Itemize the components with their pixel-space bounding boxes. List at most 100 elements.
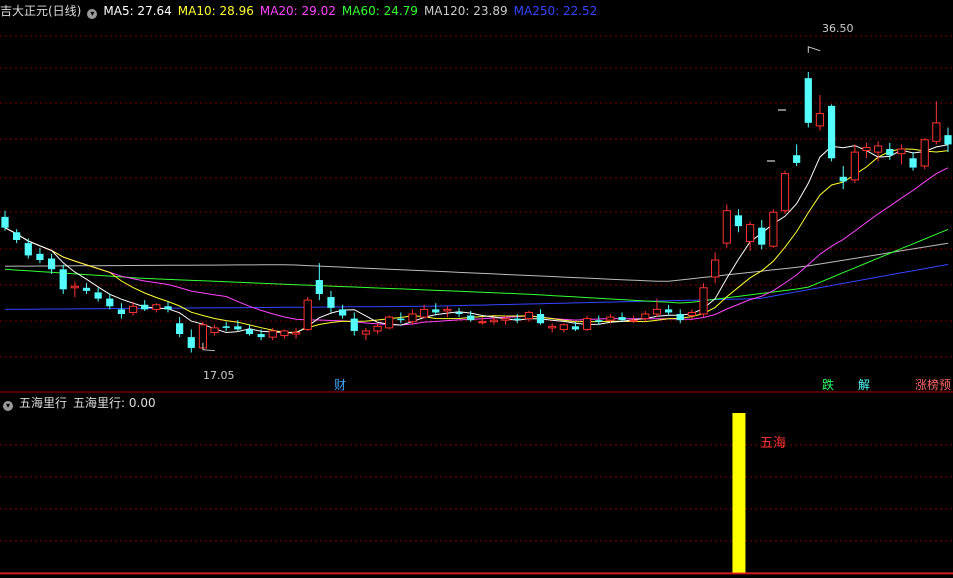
candle-body bbox=[455, 312, 463, 314]
candle[interactable] bbox=[70, 281, 79, 298]
candle[interactable] bbox=[141, 300, 149, 311]
candle[interactable] bbox=[24, 238, 32, 259]
candle[interactable] bbox=[117, 303, 126, 319]
candle[interactable] bbox=[210, 324, 219, 336]
candle[interactable] bbox=[106, 293, 114, 310]
settings-dropdown-icon[interactable]: ▾ bbox=[87, 9, 98, 19]
candle[interactable] bbox=[839, 166, 847, 190]
candle[interactable] bbox=[361, 327, 371, 341]
candle[interactable] bbox=[443, 306, 452, 318]
candle-body bbox=[280, 330, 289, 337]
candle[interactable] bbox=[152, 303, 161, 313]
candle[interactable] bbox=[815, 95, 825, 131]
candle[interactable] bbox=[664, 304, 673, 316]
candle[interactable] bbox=[897, 144, 906, 165]
candle[interactable] bbox=[513, 314, 521, 324]
candle-body bbox=[839, 176, 847, 182]
candle[interactable] bbox=[373, 323, 382, 335]
candle[interactable] bbox=[59, 264, 67, 294]
candle-body bbox=[13, 232, 21, 240]
candle[interactable] bbox=[36, 247, 44, 264]
candle[interactable] bbox=[327, 290, 335, 313]
candle-body bbox=[350, 318, 358, 331]
die-marker[interactable]: 跌 bbox=[822, 378, 834, 392]
candle[interactable] bbox=[676, 309, 684, 324]
candle[interactable] bbox=[722, 204, 731, 248]
candle[interactable] bbox=[827, 104, 836, 162]
candle[interactable] bbox=[1, 210, 9, 231]
candle[interactable] bbox=[291, 327, 301, 339]
ma20-line bbox=[4, 167, 949, 326]
candle[interactable] bbox=[432, 303, 440, 316]
candle[interactable] bbox=[164, 301, 172, 313]
indicator-dropdown-icon[interactable]: ▾ bbox=[3, 401, 13, 411]
candle-body bbox=[606, 316, 615, 321]
candle[interactable] bbox=[920, 138, 929, 170]
candle[interactable] bbox=[420, 304, 429, 319]
candle[interactable] bbox=[711, 252, 720, 284]
candle[interactable] bbox=[455, 307, 463, 318]
ma60-label: MA60: 24.79 bbox=[341, 4, 418, 18]
candle[interactable] bbox=[536, 309, 545, 325]
candle[interactable] bbox=[886, 142, 894, 160]
cai-marker[interactable]: 财 bbox=[334, 378, 346, 392]
candle-body bbox=[94, 292, 102, 299]
candle[interactable] bbox=[909, 152, 917, 171]
candle[interactable] bbox=[315, 263, 323, 301]
candle-body bbox=[722, 210, 731, 244]
candle[interactable] bbox=[13, 229, 21, 244]
zhang-marker[interactable]: 涨榜预 bbox=[915, 378, 951, 392]
candle[interactable] bbox=[862, 142, 871, 159]
candle[interactable] bbox=[524, 310, 533, 322]
candle-body bbox=[47, 258, 56, 270]
candle-body bbox=[36, 253, 44, 261]
candle-body bbox=[303, 299, 312, 330]
candle[interactable] bbox=[548, 323, 557, 333]
candle[interactable] bbox=[47, 253, 56, 274]
candle[interactable] bbox=[850, 144, 859, 183]
candle[interactable] bbox=[582, 315, 592, 331]
candle-body bbox=[141, 304, 149, 310]
candle[interactable] bbox=[932, 101, 941, 145]
candle[interactable] bbox=[280, 329, 289, 339]
candle-body bbox=[315, 280, 323, 294]
candle-body bbox=[257, 334, 265, 338]
candle[interactable] bbox=[734, 209, 743, 233]
indicator-title: 五海里行 bbox=[19, 396, 68, 410]
candle[interactable] bbox=[176, 317, 184, 338]
candle[interactable] bbox=[187, 329, 195, 353]
candle[interactable] bbox=[618, 312, 626, 322]
candle[interactable] bbox=[82, 283, 91, 294]
candle[interactable] bbox=[758, 219, 766, 250]
candle-body bbox=[59, 269, 67, 290]
candle-body bbox=[932, 122, 941, 142]
candle-body bbox=[210, 327, 219, 333]
candle[interactable] bbox=[780, 170, 790, 214]
candle[interactable] bbox=[94, 287, 102, 302]
candle[interactable] bbox=[641, 310, 650, 322]
candle[interactable] bbox=[699, 283, 708, 318]
candle-body bbox=[687, 311, 696, 317]
candle[interactable] bbox=[944, 127, 952, 153]
candle[interactable] bbox=[874, 141, 883, 162]
candle[interactable] bbox=[222, 321, 230, 331]
candle[interactable] bbox=[769, 209, 778, 248]
candle-body bbox=[676, 314, 684, 321]
candle-body bbox=[769, 211, 778, 247]
candle[interactable] bbox=[804, 71, 812, 128]
candle-body bbox=[234, 326, 242, 330]
candle-body bbox=[432, 309, 440, 313]
candle-body bbox=[291, 332, 301, 335]
ma250-label: MA250: 22.52 bbox=[513, 4, 598, 18]
candlesticks[interactable] bbox=[1, 46, 952, 353]
candle[interactable] bbox=[559, 323, 568, 333]
candle[interactable] bbox=[350, 312, 358, 336]
candle[interactable] bbox=[245, 324, 254, 336]
candle[interactable] bbox=[303, 297, 312, 331]
candle-body bbox=[874, 145, 883, 153]
candle[interactable] bbox=[385, 315, 394, 330]
candle-body bbox=[652, 308, 662, 315]
candle[interactable] bbox=[793, 144, 801, 166]
jie-marker[interactable]: 解 bbox=[858, 378, 870, 392]
kline-chart[interactable] bbox=[0, 0, 953, 578]
